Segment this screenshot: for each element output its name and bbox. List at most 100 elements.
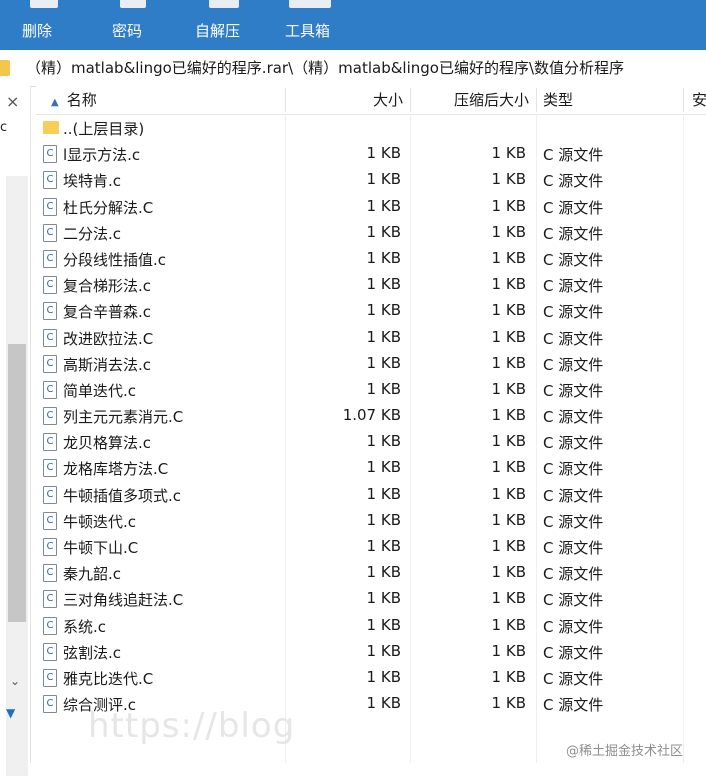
table-row[interactable]: C 二分法.c 1 KB 1 KB C 源文件 bbox=[36, 220, 706, 246]
file-type: C 源文件 bbox=[543, 460, 604, 479]
file-name: 牛顿插值多项式.c bbox=[63, 486, 182, 505]
file-name: 复合辛普森.c bbox=[63, 303, 152, 322]
file-name: 杜氏分解法.C bbox=[63, 198, 154, 217]
column-size[interactable]: 大小 bbox=[373, 86, 403, 114]
table-row[interactable]: C 秦九韶.c 1 KB 1 KB C 源文件 bbox=[36, 560, 706, 586]
file-type: C 源文件 bbox=[543, 355, 604, 374]
file-size: 1 KB bbox=[366, 379, 401, 398]
table-row[interactable]: C 杜氏分解法.C 1 KB 1 KB C 源文件 bbox=[36, 194, 706, 220]
toolbox-button[interactable]: 工具箱 bbox=[285, 0, 345, 50]
column-size-label: 大小 bbox=[373, 91, 404, 109]
file-compressed-size: 1 KB bbox=[491, 563, 526, 582]
table-row[interactable]: C 牛顿下山.C 1 KB 1 KB C 源文件 bbox=[36, 534, 706, 560]
table-row[interactable]: C 龙贝格算法.c 1 KB 1 KB C 源文件 bbox=[36, 429, 706, 455]
file-type: C 源文件 bbox=[543, 591, 604, 610]
table-row[interactable]: C 复合梯形法.c 1 KB 1 KB C 源文件 bbox=[36, 272, 706, 298]
table-row[interactable]: ..(上层目录) bbox=[36, 115, 706, 141]
column-divider[interactable] bbox=[536, 88, 537, 112]
table-row[interactable]: C 列主元元素消元.C 1.07 KB 1 KB C 源文件 bbox=[36, 403, 706, 429]
file-compressed-size: 1 KB bbox=[491, 667, 526, 686]
file-compressed-size: 1 KB bbox=[491, 170, 526, 189]
column-divider[interactable] bbox=[410, 88, 411, 112]
c-file-icon: C bbox=[43, 538, 57, 556]
password-label: 密码 bbox=[112, 22, 143, 40]
column-name[interactable]: ▲ 名称 bbox=[51, 86, 97, 114]
file-size: 1 KB bbox=[366, 275, 401, 294]
file-name: 牛顿下山.C bbox=[63, 539, 139, 557]
address-bar[interactable]: （精）matlab&lingo已编好的程序.rar\（精）matlab&ling… bbox=[0, 50, 706, 87]
column-divider[interactable] bbox=[683, 88, 684, 112]
file-type: C 源文件 bbox=[543, 172, 604, 191]
file-size: 1 KB bbox=[366, 353, 401, 372]
file-name: 复合梯形法.c bbox=[63, 277, 152, 296]
table-row[interactable]: C 三对角线追赶法.C 1 KB 1 KB C 源文件 bbox=[36, 586, 706, 612]
file-size: 1 KB bbox=[366, 432, 401, 451]
close-icon[interactable]: × bbox=[6, 92, 19, 111]
column-type-label: 类型 bbox=[543, 91, 574, 109]
file-compressed-size: 1 KB bbox=[491, 537, 526, 555]
c-file-icon: C bbox=[43, 642, 57, 661]
scrollbar-thumb[interactable] bbox=[8, 344, 26, 622]
file-type: C 源文件 bbox=[543, 329, 604, 348]
file-name: 埃特肯.c bbox=[63, 172, 122, 191]
file-type: C 源文件 bbox=[543, 198, 604, 217]
file-size: 1.07 KB bbox=[342, 406, 401, 425]
c-file-icon: C bbox=[43, 145, 57, 164]
file-name: 系统.c bbox=[63, 617, 107, 636]
toolbox-label: 工具箱 bbox=[285, 22, 331, 40]
file-compressed-size: 1 KB bbox=[491, 589, 526, 608]
file-name: 牛顿迭代.c bbox=[63, 512, 137, 531]
file-list: ..(上层目录) Cl显示方法.c 1 KB 1 KB C 源文件 C 埃特肯.c 1 KB 1… bbox=[36, 115, 706, 717]
watermark-url: https://blog bbox=[88, 706, 296, 746]
file-type: C 源文件 bbox=[543, 539, 604, 557]
file-name: 高斯消去法.c bbox=[63, 355, 152, 374]
table-row[interactable]: C 龙格库塔方法.C 1 KB 1 KB C 源文件 bbox=[36, 455, 706, 481]
file-compressed-size: 1 KB bbox=[491, 144, 526, 163]
dropdown-arrow-icon[interactable]: ▼ bbox=[6, 706, 15, 720]
table-row[interactable]: Cl显示方法.c 1 KB 1 KB C 源文件 bbox=[36, 141, 706, 167]
file-size: 1 KB bbox=[366, 589, 401, 608]
table-row[interactable]: C 弦割法.c 1 KB 1 KB C 源文件 bbox=[36, 639, 706, 665]
chevron-down-icon[interactable]: ⌄ bbox=[10, 674, 20, 688]
column-divider[interactable] bbox=[285, 88, 286, 112]
file-type: C 源文件 bbox=[543, 381, 604, 400]
delete-button[interactable]: 删除 bbox=[22, 0, 72, 50]
column-compressed-label: 压缩后大小 bbox=[454, 91, 530, 109]
file-name: 二分法.c bbox=[63, 224, 122, 243]
table-row[interactable]: C 分段线性插值.c 1 KB 1 KB C 源文件 bbox=[36, 246, 706, 272]
file-name: 雅克比迭代.C bbox=[63, 669, 154, 688]
file-size: 1 KB bbox=[366, 615, 401, 634]
table-row[interactable]: C 改进欧拉法.C 1 KB 1 KB C 源文件 bbox=[36, 325, 706, 351]
c-file-icon: C bbox=[43, 197, 57, 216]
file-name: ..(上层目录) bbox=[63, 120, 145, 138]
file-type: C 源文件 bbox=[543, 669, 604, 688]
file-compressed-size: 1 KB bbox=[491, 432, 526, 451]
file-compressed-size: 1 KB bbox=[491, 327, 526, 346]
truncated-text: c bbox=[0, 120, 8, 135]
file-type: C 源文件 bbox=[543, 146, 604, 165]
address-path: （精）matlab&lingo已编好的程序.rar\（精）matlab&ling… bbox=[26, 59, 625, 77]
table-row[interactable]: C 简单迭代.c 1 KB 1 KB C 源文件 bbox=[36, 377, 706, 403]
table-row[interactable]: C 牛顿迭代.c 1 KB 1 KB C 源文件 bbox=[36, 508, 706, 534]
file-size: 1 KB bbox=[366, 537, 401, 555]
table-row[interactable]: C 牛顿插值多项式.c 1 KB 1 KB C 源文件 bbox=[36, 482, 706, 508]
c-file-icon: C bbox=[43, 433, 57, 452]
file-size: 1 KB bbox=[366, 694, 401, 713]
table-row[interactable]: C 高斯消去法.c 1 KB 1 KB C 源文件 bbox=[36, 351, 706, 377]
file-type: C 源文件 bbox=[543, 224, 604, 243]
column-header: ▲ 名称 大小 压缩后大小 类型 安 bbox=[36, 86, 706, 115]
table-row[interactable]: C 雅克比迭代.C 1 KB 1 KB C 源文件 bbox=[36, 665, 706, 691]
password-button[interactable]: 密码 bbox=[112, 0, 162, 50]
c-file-icon: C bbox=[43, 668, 57, 687]
column-type[interactable]: 类型 bbox=[543, 86, 573, 114]
file-name: 秦九韶.c bbox=[63, 565, 122, 584]
watermark-brand: @稀土掘金技术社区 bbox=[566, 744, 684, 759]
column-compressed[interactable]: 压缩后大小 bbox=[454, 86, 529, 114]
column-extra[interactable]: 安 bbox=[692, 86, 706, 114]
table-row[interactable]: C 埃特肯.c 1 KB 1 KB C 源文件 bbox=[36, 167, 706, 193]
table-row[interactable]: C 复合辛普森.c 1 KB 1 KB C 源文件 bbox=[36, 298, 706, 324]
file-name: 弦割法.c bbox=[63, 643, 122, 662]
file-compressed-size: 1 KB bbox=[491, 641, 526, 660]
table-row[interactable]: C 系统.c 1 KB 1 KB C 源文件 bbox=[36, 613, 706, 639]
self-extract-button[interactable]: 自解压 bbox=[195, 0, 255, 50]
